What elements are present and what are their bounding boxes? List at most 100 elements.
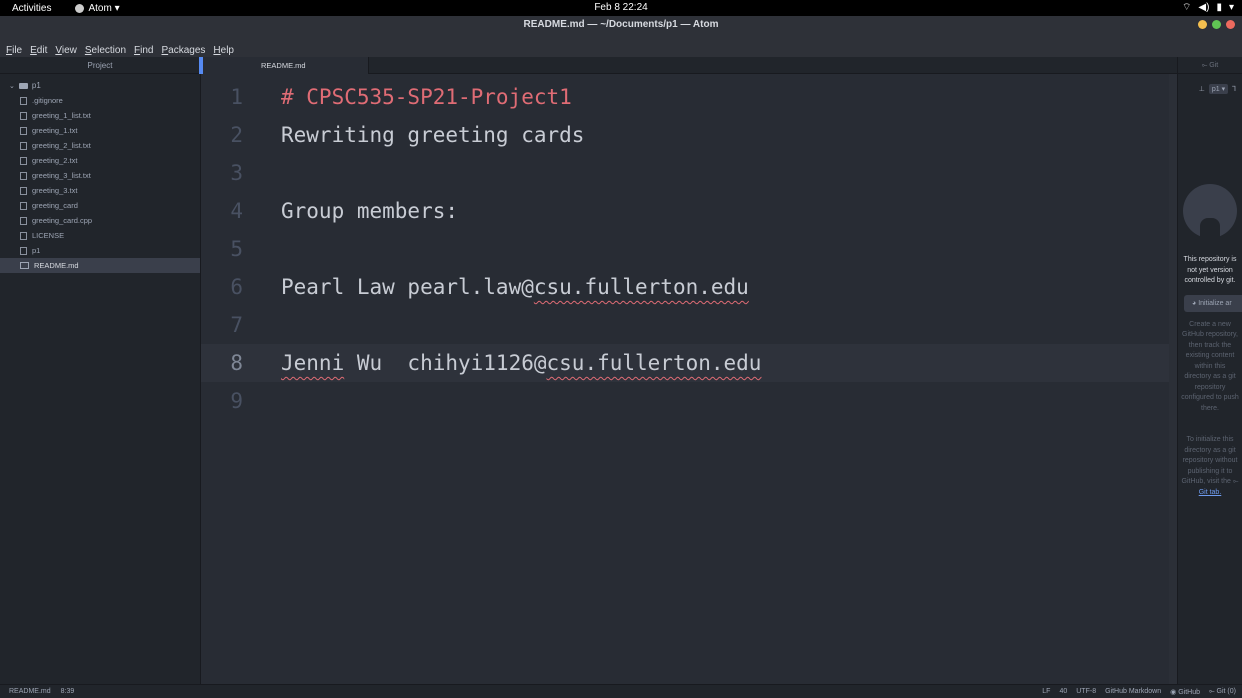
editor-line-active[interactable]: 8 Jenni Wu chihyi1126@csu.fullerton.edu [201, 344, 1169, 382]
tree-file-item[interactable]: p1 [0, 243, 200, 258]
tree-file-item[interactable]: .gitignore [0, 93, 200, 108]
tab-bar: README.md [201, 57, 1177, 74]
menu-help[interactable]: Help [209, 45, 238, 56]
file-icon [20, 111, 27, 120]
tree-root-label: p1 [31, 81, 41, 90]
editor-line[interactable]: 3 [201, 154, 1169, 192]
window-title: README.md — ~/Documents/p1 — Atom [523, 19, 719, 30]
menu-view[interactable]: View [51, 45, 81, 56]
tree-view-header[interactable]: Project [0, 57, 201, 74]
system-top-bar: Activities Atom ▾ Feb 8 22:24 ⌔ ◀) ▮ ▾ [0, 0, 1242, 16]
github-octocat-icon [1183, 184, 1237, 238]
tree-file-label: greeting_3.txt [32, 186, 78, 195]
file-icon [20, 141, 27, 150]
file-icon [20, 126, 27, 135]
activities-button[interactable]: Activities [0, 3, 61, 14]
line-number: 5 [230, 237, 243, 261]
project-tree-view: Project ⌄ p1 .gitignore greeting_1_list.t… [0, 57, 201, 684]
status-encoding[interactable]: UTF-8 [1076, 688, 1096, 696]
tree-file-label: .gitignore [32, 96, 63, 105]
chevron-down-icon: ▾ [1228, 2, 1234, 13]
atom-app-icon [75, 3, 85, 13]
window-title-bar[interactable]: README.md — ~/Documents/p1 — Atom [0, 16, 1242, 43]
spelling-error: Jenni [281, 351, 345, 375]
tree-file-item[interactable]: greeting_2.txt [0, 153, 200, 168]
editor-line[interactable]: 1 # CPSC535-SP21-Project1 [201, 78, 1169, 116]
tree-file-item[interactable]: greeting_1_list.txt [0, 108, 200, 123]
menu-find[interactable]: Find [130, 45, 157, 56]
minimize-button[interactable] [1198, 20, 1207, 29]
file-icon [20, 96, 27, 105]
tree-file-label: greeting_1_list.txt [32, 111, 91, 120]
close-button[interactable] [1226, 20, 1235, 29]
line-number: 2 [230, 123, 243, 147]
editor-line[interactable]: 9 [201, 382, 1169, 420]
status-tab-length[interactable]: 40 [1059, 688, 1067, 696]
volume-icon: ◀) [1198, 2, 1210, 13]
line-text: Pearl Law pearl.law@csu.fullerton.edu [281, 275, 749, 299]
editor-line[interactable]: 2 Rewriting greeting cards [201, 116, 1169, 154]
tree-root-folder[interactable]: ⌄ p1 [0, 78, 200, 93]
file-icon [20, 246, 27, 255]
status-line-ending[interactable]: LF [1042, 688, 1050, 696]
tree-file-label: LICENSE [32, 231, 65, 240]
tree-file-label: greeting_2_list.txt [32, 141, 91, 150]
line-number: 7 [230, 313, 243, 337]
clock[interactable]: Feb 8 22:24 [594, 2, 647, 13]
line-number: 9 [230, 389, 243, 413]
folder-icon [18, 82, 28, 89]
text-editor[interactable]: 1 # CPSC535-SP21-Project1 2 Rewriting gr… [201, 74, 1169, 684]
menu-selection[interactable]: Selection [81, 45, 130, 56]
spelling-error: csu.fullerton.edu [533, 275, 749, 299]
tree-file-item[interactable]: greeting_2_list.txt [0, 138, 200, 153]
line-number: 4 [230, 199, 243, 223]
line-number: 6 [230, 275, 243, 299]
tree-file-label: greeting_1.txt [32, 126, 78, 135]
branch-icon[interactable]: ⅂ [1232, 85, 1236, 93]
line-number: 1 [230, 85, 243, 109]
file-icon [20, 231, 27, 240]
status-grammar[interactable]: GitHub Markdown [1105, 688, 1161, 696]
tree-file-item[interactable]: greeting_card [0, 198, 200, 213]
file-icon [20, 156, 27, 165]
file-icon [20, 186, 27, 195]
git-tab[interactable]: ⟜ Git [1178, 57, 1242, 74]
status-file-name[interactable]: README.md [9, 688, 51, 695]
status-bar: README.md 8:39 LF 40 UTF-8 GitHub Markdo… [0, 684, 1242, 698]
git-panel: ⟜ Git ⊥ p1 ▾ ⅂ This repository is not ye… [1177, 57, 1242, 684]
file-icon [20, 201, 27, 210]
initialize-repository-button[interactable]: ◕ Initialize ar [1184, 294, 1242, 312]
tree-file-item[interactable]: greeting_card.cpp [0, 213, 200, 228]
tree-file-item[interactable]: README.md [0, 258, 200, 273]
status-cursor-position[interactable]: 8:39 [61, 688, 75, 695]
repo-icon: ⊥ [1198, 86, 1205, 93]
editor-line[interactable]: 4 Group members: [201, 192, 1169, 230]
line-number: 3 [230, 161, 243, 185]
status-git[interactable]: ⟜ Git (0) [1209, 688, 1236, 696]
maximize-button[interactable] [1212, 20, 1221, 29]
menu-edit[interactable]: Edit [26, 45, 51, 56]
branch-selector[interactable]: p1 ▾ [1208, 84, 1229, 94]
tree-file-item[interactable]: greeting_1.txt [0, 123, 200, 138]
wifi-icon: ⌔ [1182, 2, 1192, 13]
editor-line[interactable]: 6 Pearl Law pearl.law@csu.fullerton.edu [201, 268, 1169, 306]
system-tray[interactable]: ⌔ ◀) ▮ ▾ [1182, 1, 1234, 14]
editor-line[interactable]: 7 [201, 306, 1169, 344]
tree-file-item[interactable]: greeting_3.txt [0, 183, 200, 198]
battery-icon: ▮ [1216, 2, 1222, 13]
tree-file-item[interactable]: greeting_3_list.txt [0, 168, 200, 183]
menu-file[interactable]: File [0, 45, 26, 56]
line-text: Group members: [281, 199, 459, 223]
editor-line[interactable]: 5 [201, 230, 1169, 268]
git-icon: ⟜ [1208, 688, 1215, 695]
not-versioned-message: This repository is not yet version contr… [1183, 256, 1237, 284]
status-github[interactable]: ◉ GitHub [1170, 688, 1200, 696]
menu-packages[interactable]: Packages [157, 45, 209, 56]
file-icon [20, 171, 27, 180]
book-icon [20, 262, 29, 269]
tree-file-label: greeting_card [32, 201, 78, 210]
app-menu-button[interactable]: Atom ▾ [61, 3, 120, 14]
line-text: Rewriting greeting cards [281, 123, 585, 147]
tab-readme[interactable]: README.md [201, 57, 369, 74]
tree-file-item[interactable]: LICENSE [0, 228, 200, 243]
